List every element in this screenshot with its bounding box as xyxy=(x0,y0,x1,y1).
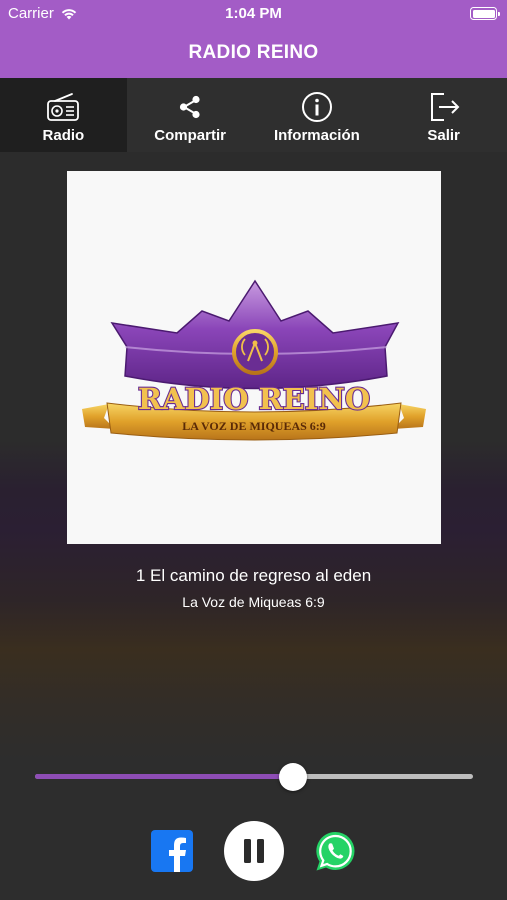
radio-reino-logo: RADIO REINO LA VOZ DE MIQUEAS 6:9 xyxy=(82,279,426,441)
volume-slider[interactable] xyxy=(35,763,473,791)
station-artwork: RADIO REINO LA VOZ DE MIQUEAS 6:9 xyxy=(67,171,441,544)
radio-icon xyxy=(46,90,80,124)
whatsapp-share-button[interactable] xyxy=(314,830,357,873)
tab-compartir[interactable]: Compartir xyxy=(127,78,254,152)
logo-subtitle: LA VOZ DE MIQUEAS 6:9 xyxy=(182,419,326,433)
facebook-icon xyxy=(151,830,193,872)
slider-thumb[interactable] xyxy=(279,763,308,791)
page-title: RADIO REINO xyxy=(188,42,319,63)
status-time: 1:04 PM xyxy=(225,5,282,22)
facebook-share-button[interactable] xyxy=(151,830,193,872)
tab-bar: Radio Compartir Información Salir xyxy=(0,78,507,152)
pause-icon xyxy=(244,839,264,863)
info-icon xyxy=(300,90,334,124)
app-screen: Carrier 1:04 PM RADIO REINO Radio Compar… xyxy=(0,0,507,900)
tab-compartir-label: Compartir xyxy=(154,127,226,144)
track-title: 1 El camino de regreso al eden xyxy=(135,566,372,585)
tab-informacion-label: Información xyxy=(273,127,360,144)
tab-informacion[interactable]: Información xyxy=(254,78,381,152)
tab-radio[interactable]: Radio xyxy=(0,78,127,152)
play-pause-button[interactable] xyxy=(224,821,284,881)
tab-radio-label: Radio xyxy=(42,127,85,144)
status-bar: Carrier 1:04 PM xyxy=(0,0,507,28)
exit-icon xyxy=(427,90,461,124)
slider-progress xyxy=(35,774,294,779)
track-subtitle: La Voz de Miqueas 6:9 xyxy=(182,594,325,610)
share-icon xyxy=(173,90,207,124)
battery-icon xyxy=(470,7,500,20)
logo-title: RADIO REINO xyxy=(138,382,370,416)
navigation-bar: Carrier 1:04 PM RADIO REINO xyxy=(0,0,507,78)
tab-salir-label: Salir xyxy=(427,127,460,144)
whatsapp-icon xyxy=(316,831,355,871)
tab-salir[interactable]: Salir xyxy=(380,78,507,152)
